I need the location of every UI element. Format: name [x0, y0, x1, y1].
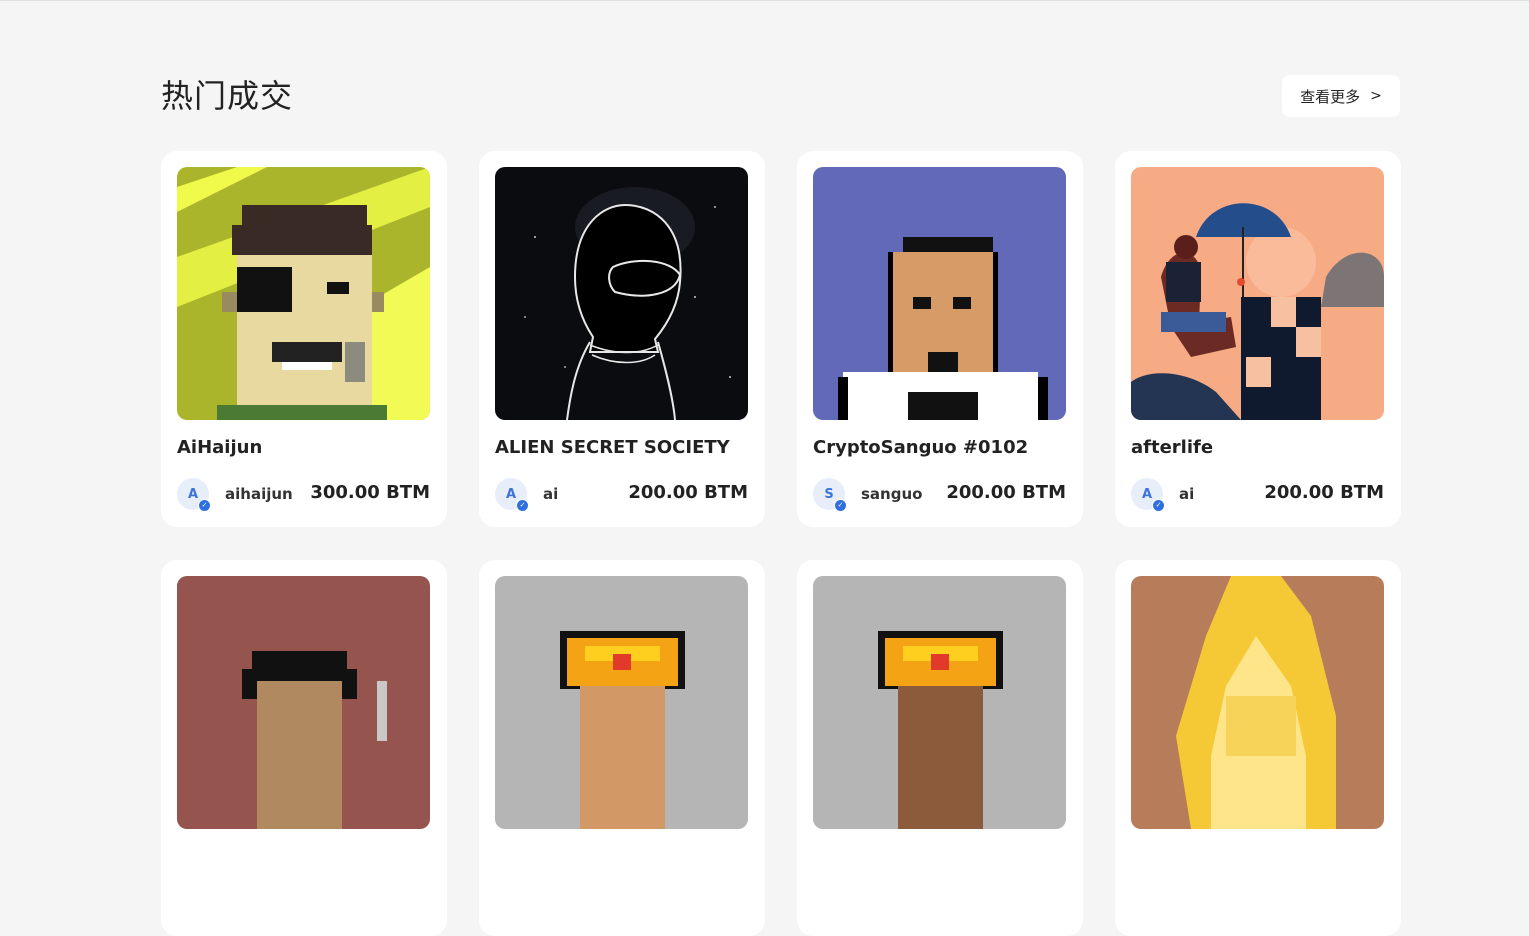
section-title: 热门成交 [161, 77, 294, 115]
nft-card[interactable]: afterlife A ✓ ai 200.00 BTM [1115, 151, 1401, 527]
pixel-crown-artwork [495, 576, 748, 829]
owner-name[interactable]: ai [543, 485, 558, 503]
price: 200.00 BTM [946, 482, 1066, 503]
nft-title[interactable]: AiHaijun [177, 437, 262, 458]
owner-row[interactable]: A ✓ aihaijun 300.00 BTM [177, 478, 430, 512]
nft-image[interactable] [495, 576, 748, 829]
nft-title[interactable]: ALIEN SECRET SOCIETY [495, 437, 730, 458]
nft-card[interactable] [479, 560, 765, 936]
pixel-punk-artwork [177, 167, 430, 420]
pixel-punk-artwork [177, 576, 430, 829]
nft-card[interactable]: ALIEN SECRET SOCIETY A ✓ ai 200.00 BTM [479, 151, 765, 527]
hot-deals-section: 热门成交 查看更多 > AiHaijun A ✓ aihaijun 300.00… [161, 0, 1401, 936]
owner-name[interactable]: sanguo [861, 485, 922, 503]
verified-check-icon: ✓ [1152, 499, 1165, 512]
price: 200.00 BTM [628, 482, 748, 503]
owner-row[interactable]: S ✓ sanguo 200.00 BTM [813, 478, 1066, 512]
nft-image[interactable] [813, 576, 1066, 829]
owner-row[interactable]: A ✓ ai 200.00 BTM [495, 478, 748, 512]
alien-silhouette-artwork [495, 167, 748, 420]
nft-card[interactable]: AiHaijun A ✓ aihaijun 300.00 BTM [161, 151, 447, 527]
price: 200.00 BTM [1264, 482, 1384, 503]
nft-card[interactable]: CryptoSanguo #0102 S ✓ sanguo 200.00 BTM [797, 151, 1083, 527]
pixel-crown-artwork [813, 576, 1066, 829]
verified-check-icon: ✓ [198, 499, 211, 512]
nft-image[interactable] [177, 576, 430, 829]
price: 300.00 BTM [310, 482, 430, 503]
nft-image[interactable] [177, 167, 430, 420]
chevron-right-icon: > [1370, 88, 1382, 104]
nft-card[interactable] [797, 560, 1083, 936]
pixel-sanguo-artwork [813, 167, 1066, 420]
owner-name[interactable]: ai [1179, 485, 1194, 503]
nft-image[interactable] [1131, 576, 1384, 829]
afterlife-artwork [1131, 167, 1384, 420]
nft-image[interactable] [1131, 167, 1384, 420]
owner-name[interactable]: aihaijun [225, 485, 293, 503]
nft-card[interactable] [1115, 560, 1401, 936]
view-more-button[interactable]: 查看更多 > [1282, 75, 1400, 117]
view-more-label: 查看更多 [1300, 87, 1361, 106]
owner-row[interactable]: A ✓ ai 200.00 BTM [1131, 478, 1384, 512]
nft-image[interactable] [495, 167, 748, 420]
nft-image[interactable] [813, 167, 1066, 420]
nft-title[interactable]: afterlife [1131, 437, 1213, 458]
verified-check-icon: ✓ [834, 499, 847, 512]
nft-card[interactable] [161, 560, 447, 936]
nft-title[interactable]: CryptoSanguo #0102 [813, 437, 1028, 458]
pixel-golden-hair-artwork [1131, 576, 1384, 829]
verified-check-icon: ✓ [516, 499, 529, 512]
